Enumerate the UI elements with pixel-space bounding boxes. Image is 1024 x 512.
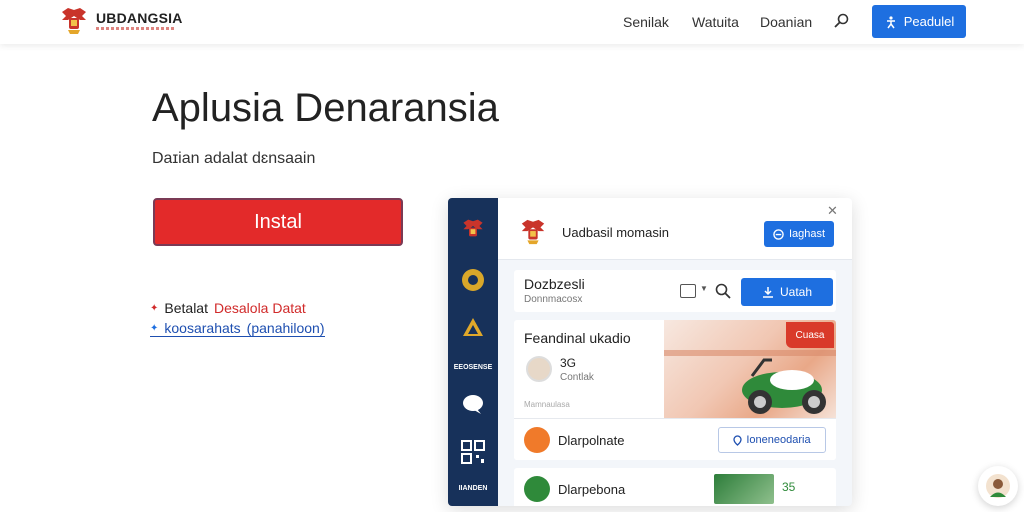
list-item-label: Dlarpolnate — [558, 433, 625, 448]
app-preview: EEOSENSE IIANDEN Uadbasil momasin Iaghas… — [448, 198, 852, 506]
avatar[interactable] — [526, 356, 552, 382]
sidebar-label: IIANDEN — [458, 485, 488, 492]
bottom-card-number: 35 — [782, 480, 796, 494]
accessibility-icon — [886, 15, 895, 28]
feature-text: Betalat — [164, 300, 208, 316]
green-status-icon — [524, 476, 550, 502]
main-card-number-label: Contlak — [560, 372, 594, 383]
feature-link-suffix[interactable]: (panahiloon) — [247, 320, 325, 336]
chat-icon[interactable] — [459, 390, 487, 418]
download-icon — [762, 287, 773, 298]
garuda-logo-icon — [521, 219, 545, 245]
nav-link-watuita[interactable]: Watuita — [692, 14, 739, 30]
top-card-button-label: Uatah — [779, 285, 813, 299]
install-button[interactable]: Instal — [153, 198, 403, 246]
sidebar-label: EEOSENSE — [453, 364, 493, 371]
location-pin-icon — [733, 434, 743, 446]
top-card-title: Dozbzesli — [524, 276, 585, 292]
feature-link[interactable]: ✦ koosarahats (panahiloon) — [150, 320, 325, 337]
top-card-button[interactable]: Uatah — [741, 278, 833, 306]
search-icon[interactable] — [832, 12, 850, 30]
top-card: Dozbzesli Donnmacosx ▼ Uatah — [514, 270, 836, 312]
main-card-title: Feandinal ukadio — [524, 330, 631, 346]
hero-title: Aplusia Denaransia — [152, 86, 499, 130]
app-header-title: Uadbasil momasin — [562, 225, 669, 240]
main-card-number: 3G — [560, 356, 577, 370]
garuda-logo-icon[interactable] — [58, 6, 90, 36]
list-item[interactable]: Dlarpolnate Ioneneodaria — [514, 418, 836, 460]
orange-status-icon — [524, 427, 550, 453]
minus-circle-icon — [773, 228, 784, 240]
nav-cta-button[interactable]: Peadulel — [872, 5, 966, 38]
bottom-card-label: Dlarpebona — [558, 482, 626, 497]
app-header-button[interactable]: Iaghast — [764, 221, 834, 247]
qr-code-icon[interactable] — [459, 438, 487, 466]
assistant-avatar-icon — [986, 474, 1010, 498]
image-icon[interactable] — [680, 284, 696, 298]
top-navbar: UBDANGSIA Senilak Watuita Doanian Peadul… — [0, 0, 1024, 44]
brand-tagline-decoration — [96, 27, 176, 30]
bullet-icon: ✦ — [150, 322, 159, 334]
nav-link-doanian[interactable]: Doanian — [760, 14, 812, 30]
feature-link-text[interactable]: koosarahats — [164, 320, 240, 336]
top-card-subtitle: Donnmacosx — [524, 294, 583, 305]
bottom-card[interactable]: Dlarpebona 35 — [514, 468, 836, 506]
bullet-icon: ✦ — [150, 302, 159, 314]
badge-icon[interactable] — [459, 314, 487, 342]
list-item-button[interactable]: Ioneneodaria — [718, 427, 826, 453]
search-icon[interactable] — [714, 282, 732, 300]
feature-item: ✦ Betalat Desalola Datat — [150, 300, 306, 316]
main-card: Cuasa Feandinal ukadio 3G Contlak Mamnau… — [514, 320, 836, 460]
garuda-icon[interactable] — [459, 216, 487, 244]
brand-name[interactable]: UBDANGSIA — [96, 10, 183, 26]
chat-assistant-button[interactable] — [978, 466, 1018, 506]
promo-tag: Cuasa — [786, 322, 834, 348]
list-item-button-label: Ioneneodaria — [746, 434, 811, 446]
chevron-down-icon[interactable]: ▼ — [700, 284, 708, 293]
main-card-caption: Mamnaulasa — [524, 400, 570, 409]
nav-cta-label: Peadulel — [903, 14, 955, 29]
close-icon[interactable]: ✕ — [827, 203, 838, 219]
app-header: Uadbasil momasin Iaghast ✕ — [498, 198, 852, 260]
bottom-card-thumbnail — [714, 474, 774, 504]
app-header-button-label: Iaghast — [788, 228, 826, 240]
hero-subtitle: Daɪian adalat dɛnsaain — [152, 150, 316, 167]
app-sidebar: EEOSENSE IIANDEN — [448, 198, 498, 506]
nav-link-senilak[interactable]: Senilak — [623, 14, 669, 30]
emblem-icon[interactable] — [459, 266, 487, 294]
feature-highlight: Desalola Datat — [213, 300, 306, 316]
